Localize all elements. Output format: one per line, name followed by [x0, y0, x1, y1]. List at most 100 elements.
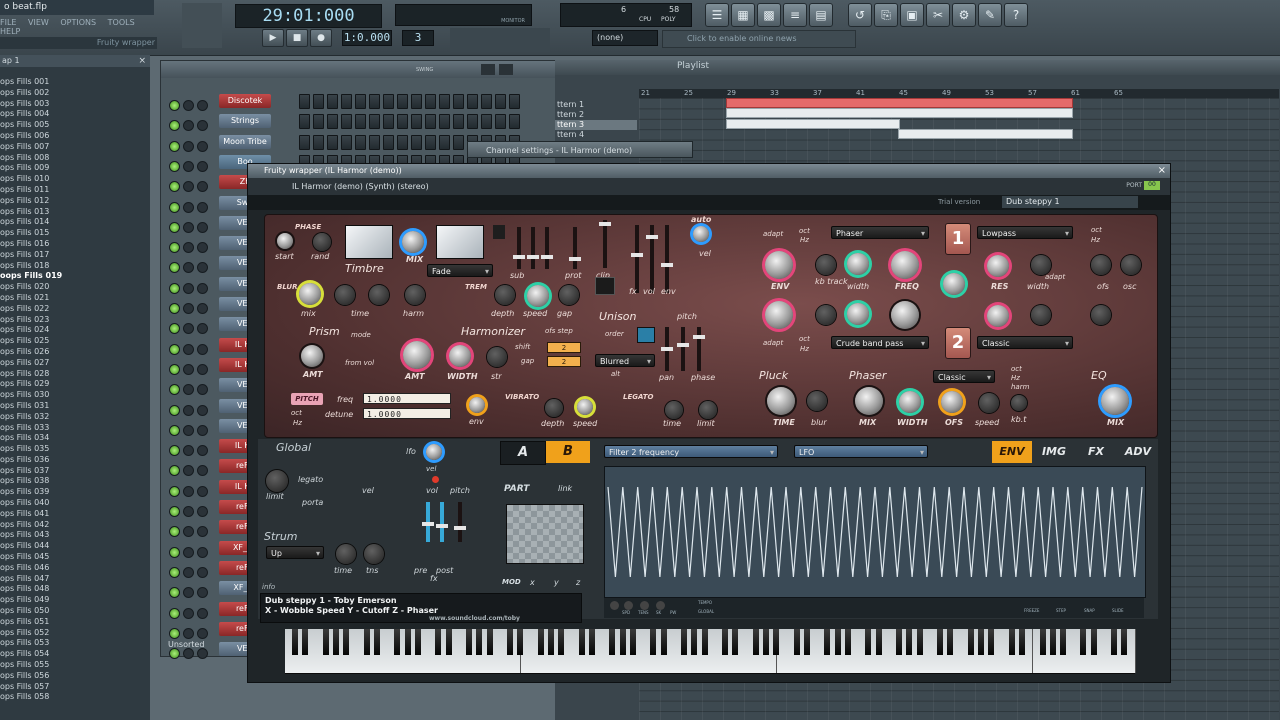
mute-led[interactable]: [169, 587, 180, 599]
browser-file-item[interactable]: ops Fills 014: [0, 217, 150, 228]
step-button[interactable]: [439, 134, 450, 150]
prism-amt-knob[interactable]: [301, 345, 323, 367]
step-button[interactable]: [453, 94, 464, 109]
mute-led[interactable]: [197, 627, 208, 639]
mute-led[interactable]: [183, 546, 194, 558]
mute-led[interactable]: [183, 607, 194, 619]
mute-led[interactable]: [183, 323, 194, 335]
browser-file-item[interactable]: ops Fills 046: [0, 563, 150, 574]
mute-led[interactable]: [169, 465, 180, 477]
mute-led[interactable]: [197, 262, 208, 274]
pattern-item[interactable]: ttern 4: [555, 130, 637, 140]
mute-led[interactable]: [169, 546, 180, 558]
trem-gap-knob[interactable]: [559, 285, 579, 305]
piano-black-key[interactable]: [937, 629, 944, 655]
mute-led[interactable]: [197, 181, 208, 193]
playlist-icon[interactable]: ☰: [705, 3, 729, 27]
mute-led[interactable]: [197, 242, 208, 254]
unison-mode-select[interactable]: Blurred: [595, 354, 655, 368]
filter2-kb-knob[interactable]: [816, 305, 836, 325]
strum-tns-knob[interactable]: [364, 544, 384, 564]
mute-led[interactable]: [183, 506, 194, 517]
mixer-icon[interactable]: ▤: [809, 3, 833, 27]
mute-led[interactable]: [197, 526, 208, 538]
piano-black-key[interactable]: [865, 629, 872, 655]
timbre-fade-select[interactable]: Fade: [427, 264, 493, 278]
mute-led[interactable]: [169, 303, 180, 314]
wrapper-title[interactable]: Fruity wrapper (IL Harmor (demo)): [248, 164, 1170, 178]
filter2-ofs-knob[interactable]: [1091, 305, 1111, 325]
mute-led[interactable]: [197, 566, 208, 578]
mute-led[interactable]: [197, 506, 208, 517]
browser-icon[interactable]: ≡: [783, 3, 807, 27]
timbre-2-display[interactable]: [436, 225, 484, 259]
piano-black-key[interactable]: [507, 629, 514, 655]
gap-field[interactable]: 2: [547, 356, 581, 367]
prot-fader[interactable]: [569, 227, 581, 269]
mute-led[interactable]: [169, 323, 180, 335]
browser-file-item[interactable]: ops Fills 042: [0, 520, 150, 531]
channel-button[interactable]: Discotek: [219, 94, 271, 108]
piano-black-key[interactable]: [875, 629, 882, 655]
auto-knob[interactable]: [693, 226, 709, 242]
piano-black-key[interactable]: [722, 629, 729, 655]
browser-file-item[interactable]: ops Fills 010: [0, 174, 150, 185]
clip-fader[interactable]: [599, 220, 611, 268]
snap-select[interactable]: (none): [592, 30, 658, 46]
mute-led[interactable]: [197, 140, 208, 152]
osc-knob[interactable]: [1121, 255, 1141, 275]
step-button[interactable]: [355, 94, 366, 109]
mute-led[interactable]: [183, 384, 194, 396]
step-button[interactable]: [397, 114, 408, 130]
mute-led[interactable]: [183, 181, 194, 193]
step-button[interactable]: [495, 94, 506, 109]
mute-led[interactable]: [169, 627, 180, 639]
mute-led[interactable]: [169, 221, 180, 233]
browser-file-item[interactable]: ops Fills 041: [0, 509, 150, 520]
mute-led[interactable]: [169, 140, 180, 152]
timeline-ruler[interactable]: 21 25 29 33 37 41 45 49 53 57 61 65: [639, 89, 1279, 98]
blur-time2-knob[interactable]: [369, 285, 389, 305]
mute-led[interactable]: [169, 607, 180, 619]
piano-black-key[interactable]: [834, 629, 841, 655]
vol-fader[interactable]: [646, 225, 658, 293]
blur-mix-knob[interactable]: [299, 283, 321, 305]
channel-button[interactable]: Strings: [219, 114, 271, 129]
envelope-editor[interactable]: [604, 466, 1146, 598]
sub-fader[interactable]: [513, 227, 525, 269]
legato-time-knob[interactable]: [665, 401, 683, 419]
browser-file-item[interactable]: ops Fills 029: [0, 379, 150, 390]
piano-black-key[interactable]: [476, 629, 483, 655]
mute-led[interactable]: [183, 120, 194, 132]
timbre-mix-knob[interactable]: [402, 231, 424, 253]
channel-button[interactable]: Moon Tribe: [219, 134, 271, 149]
menu-help[interactable]: HELP: [0, 27, 20, 36]
browser-file-item[interactable]: ops Fills 023: [0, 315, 150, 326]
mute-led[interactable]: [183, 465, 194, 477]
step-button[interactable]: [299, 114, 310, 130]
pattern-position[interactable]: 1:0.000: [342, 30, 392, 46]
mute-led[interactable]: [169, 242, 180, 254]
step-button[interactable]: [299, 94, 310, 109]
mute-led[interactable]: [197, 303, 208, 314]
envelope-knob[interactable]: [624, 601, 633, 610]
piano-black-key[interactable]: [691, 629, 698, 655]
piano-black-key[interactable]: [793, 629, 800, 655]
step-button[interactable]: [355, 114, 366, 130]
browser-file-item[interactable]: ops Fills 043: [0, 530, 150, 541]
mute-led[interactable]: [169, 526, 180, 538]
browser-file-item[interactable]: ops Fills 040: [0, 498, 150, 509]
mute-led[interactable]: [197, 384, 208, 396]
menu-icon[interactable]: [493, 225, 505, 239]
browser-file-item[interactable]: ops Fills 018: [0, 261, 150, 272]
mute-led[interactable]: [169, 404, 180, 416]
mute-led[interactable]: [183, 303, 194, 314]
envelope-source-select[interactable]: LFO: [794, 445, 928, 459]
browser-file-item[interactable]: ops Fills 007: [0, 142, 150, 153]
unison-pitch-fader[interactable]: [677, 327, 689, 371]
harmonizer-amt-knob[interactable]: [403, 341, 431, 369]
piano-black-key[interactable]: [537, 629, 544, 655]
browser-file-item[interactable]: ops Fills 054: [0, 649, 150, 660]
mute-led[interactable]: [197, 201, 208, 213]
mute-led[interactable]: [183, 566, 194, 578]
